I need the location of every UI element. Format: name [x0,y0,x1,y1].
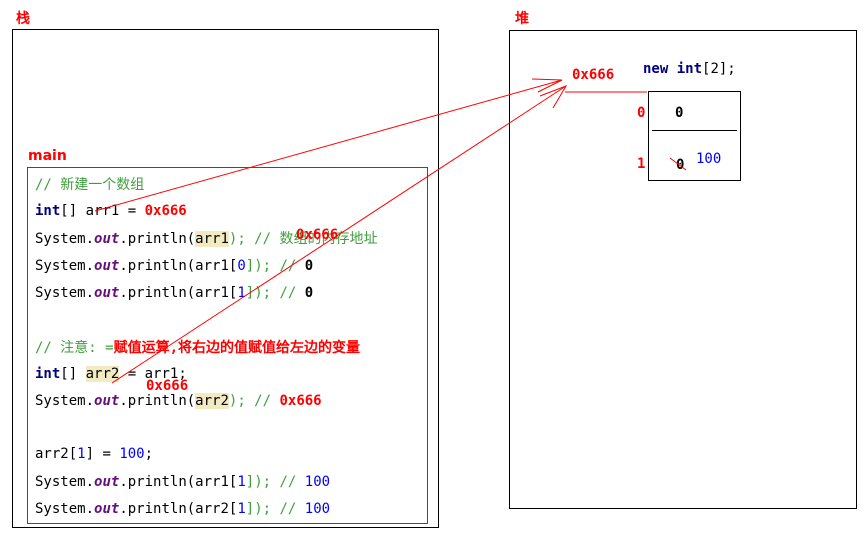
arrow-arr2-to-heap [111,85,567,384]
reference-arrows [94,78,687,384]
strike-old-value [669,157,687,171]
arrow-arr1-to-heap [94,79,563,212]
